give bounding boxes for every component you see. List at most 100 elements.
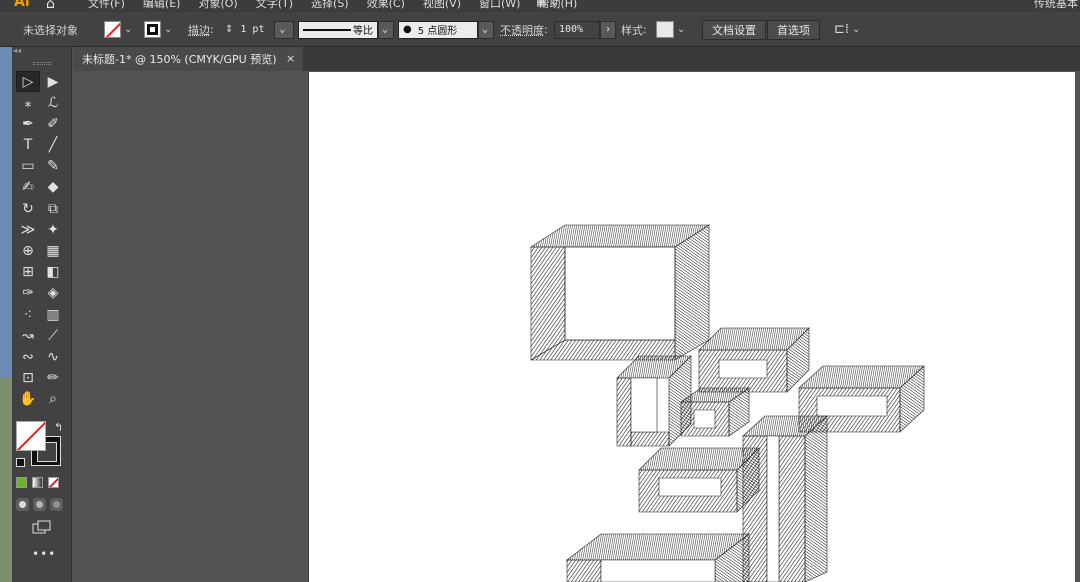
close-icon[interactable]: × bbox=[286, 52, 295, 65]
draw-normal-icon[interactable] bbox=[16, 498, 29, 511]
menu-effect[interactable]: 效果(C) bbox=[367, 0, 405, 11]
preferences-button[interactable]: 首选项 bbox=[767, 19, 820, 40]
panel-grip[interactable] bbox=[12, 57, 71, 69]
smooth-icon: ∿ bbox=[47, 348, 59, 365]
menu-edit[interactable]: 编辑(E) bbox=[143, 0, 181, 11]
none-mode-icon[interactable] bbox=[48, 477, 59, 488]
desktop-background-strip bbox=[0, 47, 12, 582]
direct-selection-tool[interactable]: ▶ bbox=[41, 71, 65, 92]
puppet-warp-tool[interactable]: ✦ bbox=[41, 219, 65, 240]
gradient-mode-icon[interactable] bbox=[32, 477, 43, 488]
menu-file[interactable]: 文件(F) bbox=[88, 0, 125, 11]
fill-none-swatch-icon[interactable] bbox=[104, 21, 121, 38]
gradient-tool[interactable]: ◧ bbox=[41, 262, 65, 283]
frame-small-left bbox=[616, 355, 692, 447]
fill-swatch-icon[interactable] bbox=[16, 421, 46, 451]
brush-definition[interactable]: ● 5 点圆形 ⌄ bbox=[398, 12, 494, 47]
lasso-tool[interactable]: ℒ bbox=[41, 92, 65, 113]
symbol-sprayer-tool[interactable]: ⁖ bbox=[16, 304, 40, 325]
stroke-swatch-icon[interactable] bbox=[144, 21, 161, 38]
eraser-tool[interactable]: ◆ bbox=[41, 177, 65, 198]
type-icon: T bbox=[23, 137, 33, 154]
workspace-name[interactable]: 传统基本 bbox=[1034, 0, 1078, 11]
menu-object[interactable]: 对象(O) bbox=[198, 0, 237, 11]
chevron-down-icon[interactable]: ⌄ bbox=[378, 20, 394, 39]
paintbrush-tool[interactable]: ✎ bbox=[41, 156, 65, 177]
stroke-weight-control[interactable]: ⇕ 1 pt ⌄ bbox=[225, 12, 295, 47]
opacity-control[interactable]: 100% › bbox=[554, 12, 616, 47]
draw-inside-icon[interactable] bbox=[50, 498, 63, 511]
rectangle-tool[interactable]: ▭ bbox=[16, 156, 40, 177]
swap-fill-stroke-icon[interactable]: ↰ bbox=[54, 421, 63, 434]
menu-view[interactable]: 视图(V) bbox=[423, 0, 461, 11]
chevron-down-icon[interactable]: ⌄ bbox=[677, 24, 685, 35]
home-icon[interactable]: ⌂ bbox=[46, 0, 55, 12]
chevron-down-icon[interactable]: ⌄ bbox=[478, 20, 494, 39]
stroke-color-control[interactable]: ⌄ bbox=[144, 12, 172, 47]
shape-builder-tool[interactable]: ⊕ bbox=[16, 241, 40, 262]
workspace-switcher-icon[interactable]: ▦ ⌄ bbox=[536, 0, 559, 8]
width-tool[interactable]: ≫ bbox=[16, 219, 40, 240]
curvature-tool[interactable]: ✐ bbox=[41, 113, 65, 134]
type-tool[interactable]: T bbox=[16, 135, 40, 156]
variable-width-profile[interactable]: 等比 ⌄ bbox=[298, 12, 394, 47]
smooth-tool[interactable]: ∿ bbox=[41, 346, 65, 367]
canvas-workspace[interactable] bbox=[73, 71, 1080, 582]
eyedropper-icon: ✑ bbox=[22, 285, 34, 302]
document-setup-button[interactable]: 文档设置 bbox=[702, 19, 766, 40]
pen-tool[interactable]: ✒ bbox=[16, 113, 40, 134]
default-fill-stroke-icon[interactable] bbox=[16, 458, 25, 467]
stepper-icon[interactable]: ⇕ bbox=[225, 24, 233, 35]
graphic-style-control[interactable]: ⌄ bbox=[656, 12, 685, 47]
fill-color-control[interactable]: ⌄ bbox=[104, 12, 132, 47]
color-mode-icon[interactable] bbox=[16, 477, 27, 488]
arrange-documents-control[interactable]: ⊏⁞ ⌄ bbox=[834, 12, 860, 47]
blend-icon: ◈ bbox=[47, 285, 59, 302]
eyedropper-tool[interactable]: ✑ bbox=[16, 283, 40, 304]
draw-behind-icon[interactable] bbox=[33, 498, 46, 511]
line-segment-tool[interactable]: ╱ bbox=[41, 135, 65, 156]
collapse-panel-icon[interactable]: ◂◂ bbox=[12, 47, 71, 57]
anchor-point-tool[interactable]: ↝ bbox=[16, 325, 40, 346]
chevron-down-icon[interactable]: ⌄ bbox=[852, 24, 860, 35]
opacity-input[interactable]: 100% bbox=[554, 20, 600, 39]
pencil-tool[interactable]: ✏ bbox=[41, 368, 65, 389]
symbol-sprayer-icon: ⁖ bbox=[23, 306, 33, 323]
perspective-grid-icon: ▦ bbox=[46, 243, 60, 259]
rotate-icon: ↻ bbox=[22, 200, 34, 217]
selection-tool[interactable]: ▷ bbox=[16, 71, 40, 92]
document-tab[interactable]: 未标题-1* @ 150% (CMYK/GPU 预览) × bbox=[73, 47, 303, 71]
stroke-weight-input[interactable]: 1 pt bbox=[236, 20, 275, 39]
artwork-3d-frames[interactable] bbox=[309, 72, 1075, 582]
chevron-down-icon[interactable]: ⌄ bbox=[124, 24, 132, 35]
chevron-right-icon[interactable]: › bbox=[600, 20, 616, 39]
screen-mode-icon[interactable] bbox=[32, 520, 52, 534]
perspective-grid-tool[interactable]: ▦ bbox=[41, 241, 65, 262]
hand-tool[interactable]: ✋ bbox=[16, 389, 40, 410]
arrange-documents-icon[interactable]: ⊏⁞ bbox=[834, 22, 849, 37]
edit-toolbar-icon[interactable]: ••• bbox=[32, 547, 56, 561]
style-swatch-icon[interactable] bbox=[656, 21, 674, 38]
zoom-tool[interactable]: ⌕ bbox=[41, 389, 65, 410]
scale-icon: ⧉ bbox=[48, 200, 58, 217]
mesh-tool[interactable]: ⊞ bbox=[16, 262, 40, 283]
artboard[interactable] bbox=[308, 72, 1075, 582]
chevron-down-icon[interactable]: ⌄ bbox=[164, 24, 172, 35]
slice-tool[interactable]: ⟋ bbox=[41, 325, 65, 346]
stroke-label[interactable]: 描边 bbox=[188, 22, 210, 38]
scale-tool[interactable]: ⧉ bbox=[41, 198, 65, 219]
opacity-label[interactable]: 不透明度 bbox=[500, 22, 544, 38]
menu-type[interactable]: 文字(T) bbox=[256, 0, 293, 11]
magic-wand-tool[interactable]: ⁎ bbox=[16, 92, 40, 113]
join-tool[interactable]: ∾ bbox=[16, 346, 40, 367]
column-graph-tool[interactable]: ▥ bbox=[41, 304, 65, 325]
menu-select[interactable]: 选择(S) bbox=[311, 0, 349, 11]
rotate-tool[interactable]: ↻ bbox=[16, 198, 40, 219]
stroke-weight-dropdown[interactable]: ⌄ bbox=[274, 20, 295, 39]
blend-tool[interactable]: ◈ bbox=[41, 283, 65, 304]
artboard-tool[interactable]: ⊡ bbox=[16, 368, 40, 389]
shaper-tool[interactable]: ✍ bbox=[16, 177, 40, 198]
fill-stroke-control: ↰ bbox=[16, 421, 68, 471]
menu-items: 文件(F) 编辑(E) 对象(O) 文字(T) 选择(S) 效果(C) 视图(V… bbox=[88, 0, 577, 11]
menu-window[interactable]: 窗口(W) bbox=[479, 0, 520, 11]
